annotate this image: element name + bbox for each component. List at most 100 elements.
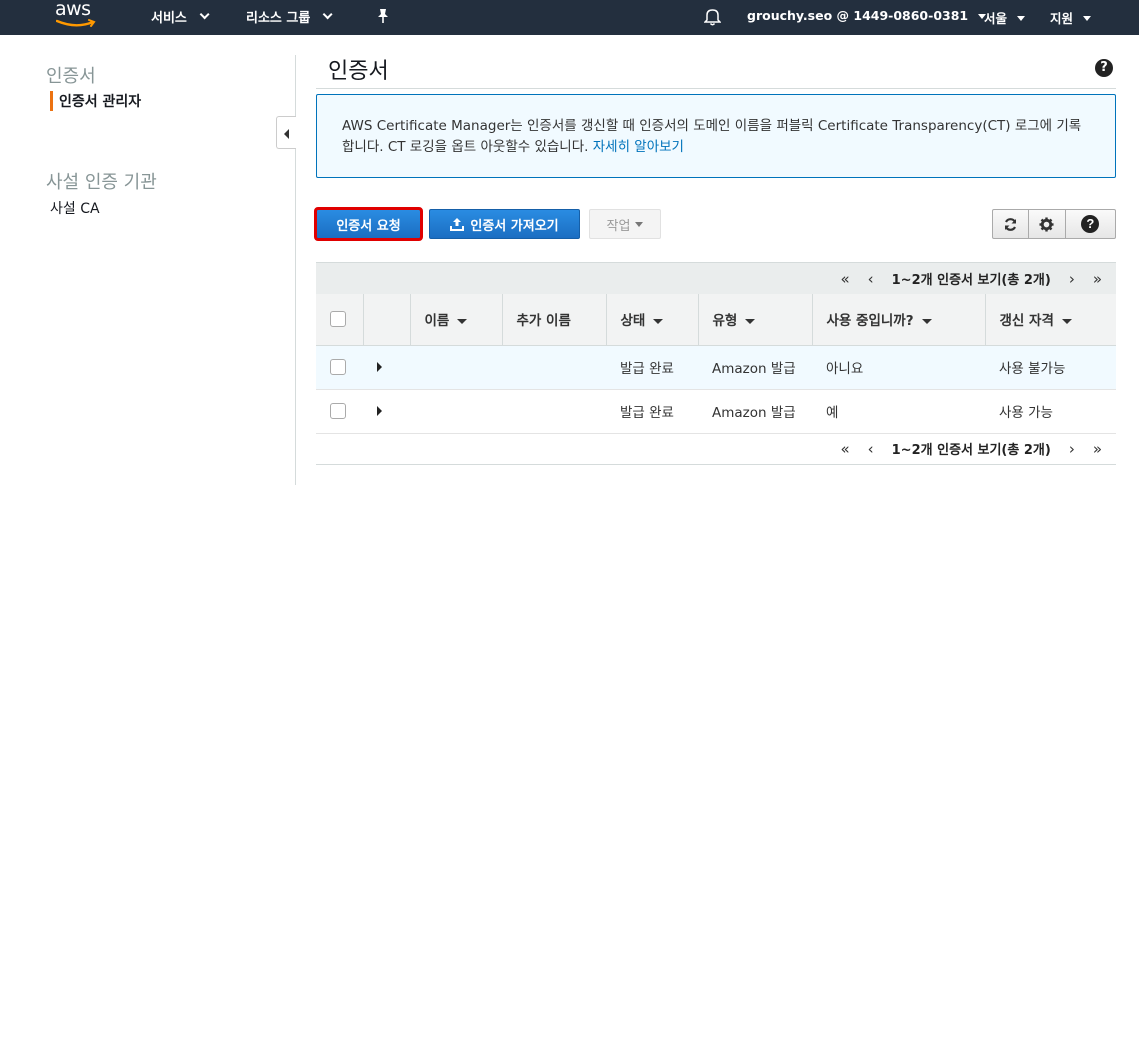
sidebar-item-certificate-manager[interactable]: 인증서 관리자 <box>50 91 141 111</box>
column-label: 유형 <box>712 313 738 330</box>
pin-icon <box>378 9 388 23</box>
cell-additional-names <box>502 345 606 390</box>
sidebar-heading-certificates[interactable]: 인증서 <box>46 62 96 88</box>
prev-page-button[interactable]: ‹ <box>868 440 874 458</box>
column-header-name[interactable]: 이름 <box>410 294 503 346</box>
collapse-left-icon <box>284 129 289 139</box>
expand-header-cell <box>363 294 411 346</box>
ct-logging-info-alert: AWS Certificate Manager는 인증서를 갱신할 때 인증서의… <box>316 94 1116 178</box>
actions-label: 작업 <box>606 218 631 234</box>
next-page-button[interactable]: › <box>1069 440 1075 458</box>
title-divider <box>316 88 1116 89</box>
aws-smile-icon <box>56 19 96 27</box>
refresh-icon <box>1005 217 1017 231</box>
pin-button[interactable] <box>376 8 390 24</box>
sort-down-icon <box>921 318 932 324</box>
region-label: 서울 <box>984 11 1008 26</box>
column-label: 사용 중입니까? <box>826 313 914 330</box>
column-label: 이름 <box>424 313 450 330</box>
column-label: 추가 이름 <box>516 313 571 330</box>
column-header-type[interactable]: 유형 <box>698 294 813 346</box>
aws-logo[interactable]: aws <box>55 0 99 30</box>
caret-down-icon <box>1083 16 1092 21</box>
page-title: 인증서 <box>328 59 389 84</box>
import-certificate-label: 인증서 가져오기 <box>470 218 559 234</box>
gear-icon <box>1039 216 1054 232</box>
support-menu[interactable]: 지원 <box>1050 8 1092 27</box>
resource-groups-menu[interactable]: 리소스 그룹 <box>246 7 333 26</box>
actions-dropdown[interactable]: 작업 <box>589 209 661 239</box>
learn-more-link[interactable]: 자세히 알아보기 <box>593 139 684 155</box>
row-checkbox[interactable] <box>330 359 346 375</box>
table-row[interactable]: 발급 완료 Amazon 발급 아니요 사용 불가능 <box>316 345 1116 390</box>
upload-icon <box>450 218 465 231</box>
select-all-cell <box>316 294 364 346</box>
services-label: 서비스 <box>151 11 187 26</box>
support-label: 지원 <box>1050 11 1074 26</box>
sort-down-icon <box>745 318 756 324</box>
sidebar: 인증서 인증서 관리자 사설 인증 기관 사설 CA <box>0 35 296 487</box>
pagination-bottom: « ‹ 1~2개 인증서 보기(총 2개) › » <box>316 433 1116 465</box>
cell-status: 발급 완료 <box>606 389 698 434</box>
column-label: 갱신 자격 <box>999 313 1054 330</box>
table-tools: ? <box>992 209 1116 239</box>
notifications-button[interactable] <box>704 7 721 26</box>
cell-renewal: 사용 가능 <box>985 389 1116 434</box>
table-help-button[interactable]: ? <box>1064 209 1116 239</box>
column-header-additional-names: 추가 이름 <box>502 294 607 346</box>
row-checkbox[interactable] <box>330 403 346 419</box>
row-select-cell <box>316 389 363 434</box>
sidebar-collapse-button[interactable] <box>276 116 296 149</box>
expand-row-icon[interactable] <box>377 362 382 372</box>
bell-icon <box>704 9 721 26</box>
column-header-status[interactable]: 상태 <box>606 294 699 346</box>
import-certificate-button[interactable]: 인증서 가져오기 <box>429 209 580 239</box>
cell-in-use: 예 <box>812 389 985 434</box>
top-navigation-bar: aws 서비스 리소스 그룹 grouchy.seo @ 1449-0860-0… <box>0 0 1139 35</box>
first-page-button[interactable]: « <box>840 270 849 288</box>
row-expand-cell <box>363 345 410 390</box>
account-menu[interactable]: grouchy.seo @ 1449-0860-0381 <box>747 8 987 23</box>
account-label: grouchy.seo @ 1449-0860-0381 <box>747 8 969 23</box>
region-menu[interactable]: 서울 <box>984 8 1026 27</box>
cell-type: Amazon 발급 <box>698 345 812 390</box>
expand-row-icon[interactable] <box>377 406 382 416</box>
request-certificate-label: 인증서 요청 <box>336 218 401 234</box>
next-page-button[interactable]: › <box>1069 270 1075 288</box>
services-menu[interactable]: 서비스 <box>151 7 210 26</box>
select-all-checkbox[interactable] <box>330 311 346 328</box>
sidebar-item-private-ca[interactable]: 사설 CA <box>50 198 100 218</box>
certificates-table: 이름 추가 이름 상태 유형 사용 중입니까? 갱신 자격 발급 완료 Amaz… <box>316 294 1116 434</box>
cell-name <box>410 345 502 390</box>
cell-renewal: 사용 불가능 <box>985 345 1116 390</box>
sort-down-icon <box>1061 318 1072 324</box>
table-header-row: 이름 추가 이름 상태 유형 사용 중입니까? 갱신 자격 <box>316 294 1116 346</box>
column-label: 상태 <box>620 313 646 330</box>
pagination-summary: 1~2개 인증서 보기(총 2개) <box>891 443 1051 458</box>
settings-button[interactable] <box>1028 209 1066 239</box>
column-header-renewal-eligibility[interactable]: 갱신 자격 <box>985 294 1116 346</box>
cell-type: Amazon 발급 <box>698 389 812 434</box>
prev-page-button[interactable]: ‹ <box>868 270 874 288</box>
chevron-down-icon <box>199 9 210 20</box>
help-icon[interactable]: ? <box>1095 59 1113 77</box>
row-select-cell <box>316 345 363 390</box>
sidebar-heading-private-ca[interactable]: 사설 인증 기관 <box>46 168 157 194</box>
table-row[interactable]: 발급 완료 Amazon 발급 예 사용 가능 <box>316 389 1116 434</box>
last-page-button[interactable]: » <box>1093 440 1102 458</box>
info-message: AWS Certificate Manager는 인증서를 갱신할 때 인증서의… <box>342 118 1082 155</box>
pagination-summary: 1~2개 인증서 보기(총 2개) <box>891 273 1051 288</box>
resource-groups-label: 리소스 그룹 <box>246 11 311 26</box>
sort-down-icon <box>457 318 468 324</box>
first-page-button[interactable]: « <box>840 440 849 458</box>
request-certificate-button[interactable]: 인증서 요청 <box>314 207 423 241</box>
aws-logo-text: aws <box>55 0 91 20</box>
caret-down-icon <box>1017 16 1026 21</box>
help-icon: ? <box>1081 215 1100 233</box>
caret-down-icon <box>635 221 644 227</box>
last-page-button[interactable]: » <box>1093 270 1102 288</box>
column-header-in-use[interactable]: 사용 중입니까? <box>812 294 986 346</box>
pagination-top: « ‹ 1~2개 인증서 보기(총 2개) › » <box>316 262 1116 294</box>
refresh-button[interactable] <box>992 209 1030 239</box>
cell-name <box>410 389 502 434</box>
